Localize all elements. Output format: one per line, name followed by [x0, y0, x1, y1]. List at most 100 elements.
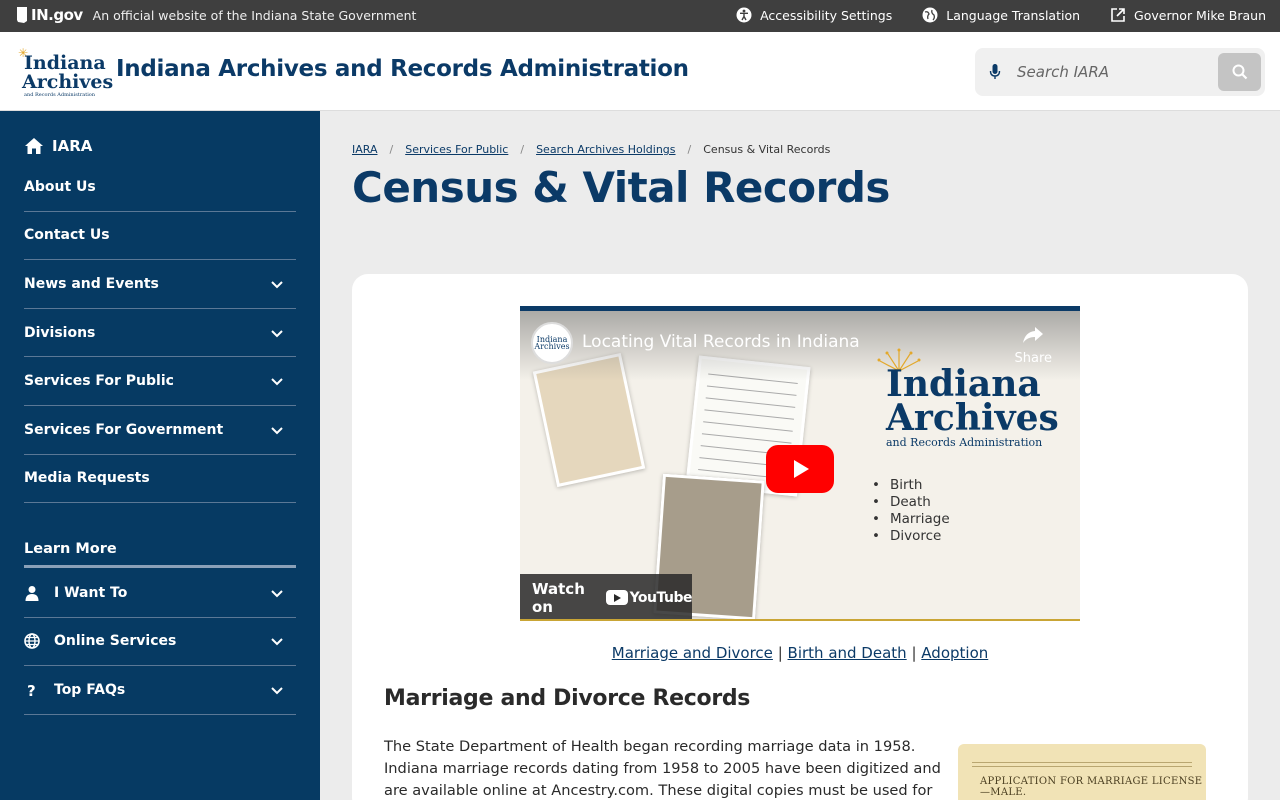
accessibility-settings-label: Accessibility Settings [760, 7, 893, 23]
sidebar-item-about-us[interactable]: About Us [24, 163, 296, 212]
sidebar-item-label: Top FAQs [54, 681, 126, 698]
site-title[interactable]: Indiana Archives and Records Administrat… [116, 56, 689, 82]
sidebar-item-label: About Us [24, 178, 96, 195]
svg-text:?: ? [27, 682, 36, 698]
accessibility-icon [736, 7, 752, 23]
learn-more-menu: I Want To Online Services ? Top FAQs [24, 569, 296, 715]
sidebar-item-news-and-events[interactable]: News and Events [24, 260, 296, 309]
language-translation-link[interactable]: Language Translation [922, 7, 1080, 23]
sidebar-home-link[interactable]: IARA [24, 137, 92, 155]
breadcrumb-link-iara[interactable]: IARA [352, 143, 378, 156]
page-title: Census & Vital Records [352, 163, 890, 212]
video-share-button[interactable]: Share [1014, 323, 1052, 366]
breadcrumb-current: Census & Vital Records [703, 143, 831, 156]
sidebar-home-label: IARA [52, 137, 93, 155]
section-body-text: The State Department of Health began rec… [384, 738, 941, 799]
list-item: Marriage [872, 511, 950, 528]
globe-icon [922, 7, 938, 23]
sidebar-item-label: Services For Government [24, 421, 224, 438]
ingov-text: IN.gov [31, 6, 83, 24]
logo-line-3: and Records Administration [24, 92, 96, 98]
search-input[interactable] [1017, 58, 1207, 86]
share-icon [1023, 327, 1044, 343]
ingov-brand[interactable]: IN.gov An official website of the Indian… [16, 6, 416, 24]
search-button[interactable] [1218, 53, 1261, 91]
sidebar-item-label: Media Requests [24, 470, 150, 487]
video-logo-line-3: and Records Administration [886, 436, 1043, 450]
question-mark-icon: ? [27, 682, 36, 698]
youtube-video-embed[interactable]: Indiana Archives Locating Vital Records i… [520, 306, 1080, 621]
breadcrumb-separator: / [389, 143, 394, 156]
chevron-down-icon[interactable] [270, 683, 284, 697]
sidebar-item-services-for-public[interactable]: Services For Public [24, 357, 296, 406]
governor-link[interactable]: Governor Mike Braun [1110, 7, 1266, 23]
search-box [975, 48, 1265, 96]
top-utility-bar: IN.gov An official website of the Indian… [0, 0, 1280, 32]
external-link-icon [1111, 8, 1125, 22]
breadcrumb: IARA / Services For Public / Search Arch… [352, 143, 830, 156]
list-item: Death [872, 494, 950, 511]
logo-line-2: Archives [22, 71, 114, 93]
video-logo-line-1: Indiana [886, 363, 1041, 405]
sidebar-item-services-for-government[interactable]: Services For Government [24, 406, 296, 455]
chevron-down-icon[interactable] [270, 634, 284, 648]
image-fine-print [972, 766, 1192, 767]
language-translation-label: Language Translation [946, 7, 1081, 23]
watch-on-youtube-button[interactable]: Watch on YouTube [520, 574, 693, 621]
home-icon [25, 138, 43, 154]
sidebar-item-label: Services For Public [24, 373, 174, 390]
sidebar-item-top-faqs[interactable]: ? Top FAQs [24, 666, 296, 715]
sidebar-item-label: Divisions [24, 324, 96, 341]
chevron-down-icon[interactable] [270, 586, 284, 600]
youtube-logo: YouTube [605, 589, 693, 606]
sidebar-nav: IARA About Us Contact Us News and Events… [0, 111, 320, 800]
sidebar-item-contact-us[interactable]: Contact Us [24, 212, 296, 261]
search-icon [1232, 64, 1247, 80]
sidebar-item-media-requests[interactable]: Media Requests [24, 455, 296, 504]
sidebar-menu: About Us Contact Us News and Events Divi… [24, 163, 296, 504]
link-separator: | [911, 644, 917, 662]
channel-avatar[interactable]: Indiana Archives [531, 322, 573, 364]
video-title[interactable]: Locating Vital Records in Indiana [582, 332, 860, 352]
youtube-play-icon [605, 590, 628, 605]
video-logo-line-2: Archives [886, 397, 1059, 440]
video-play-button[interactable] [766, 445, 834, 493]
marriage-and-divorce-link[interactable]: Marriage and Divorce [612, 644, 773, 662]
image-fine-print [972, 762, 1192, 763]
breadcrumb-link-search-archives-holdings[interactable]: Search Archives Holdings [536, 143, 675, 156]
accessibility-settings-link[interactable]: Accessibility Settings [736, 7, 892, 23]
sidebar-item-label: News and Events [24, 275, 159, 292]
chevron-down-icon[interactable] [270, 423, 284, 437]
microphone-icon[interactable] [989, 63, 1001, 81]
official-website-text: An official website of the Indiana State… [92, 7, 417, 23]
breadcrumb-separator: / [687, 143, 692, 156]
play-icon [794, 460, 809, 478]
birth-and-death-link[interactable]: Birth and Death [788, 644, 907, 662]
sidebar-item-label: Contact Us [24, 227, 110, 244]
link-separator: | [777, 644, 783, 662]
chevron-down-icon[interactable] [270, 374, 284, 388]
sidebar-item-label: Online Services [54, 633, 177, 650]
site-header: ✳ Indiana Archives and Records Administr… [0, 32, 1280, 111]
adoption-link[interactable]: Adoption [921, 644, 988, 662]
chevron-down-icon[interactable] [270, 277, 284, 291]
learn-more-heading: Learn More [24, 541, 296, 568]
youtube-wordmark: YouTube [629, 589, 693, 606]
ingov-logo[interactable]: IN.gov [16, 6, 83, 24]
breadcrumb-separator: / [520, 143, 525, 156]
content-card: Indiana Archives Locating Vital Records i… [352, 274, 1248, 800]
sidebar-item-label: I Want To [54, 584, 128, 601]
section-heading: Marriage and Divorce Records [384, 686, 751, 711]
watch-on-label: Watch on [532, 579, 585, 616]
sidebar-item-online-services[interactable]: Online Services [24, 618, 296, 667]
sidebar-item-divisions[interactable]: Divisions [24, 309, 296, 358]
governor-label: Governor Mike Braun [1134, 7, 1266, 23]
anchor-links-row: Marriage and Divorce | Birth and Death |… [352, 644, 1248, 662]
sidebar-item-i-want-to[interactable]: I Want To [24, 569, 296, 618]
list-item: Divorce [872, 528, 950, 545]
person-icon [25, 585, 39, 601]
iara-logo[interactable]: ✳ Indiana Archives and Records Administr… [16, 46, 114, 98]
channel-avatar-line-2: Archives [534, 342, 570, 351]
chevron-down-icon[interactable] [270, 326, 284, 340]
breadcrumb-link-services-for-public[interactable]: Services For Public [405, 143, 508, 156]
